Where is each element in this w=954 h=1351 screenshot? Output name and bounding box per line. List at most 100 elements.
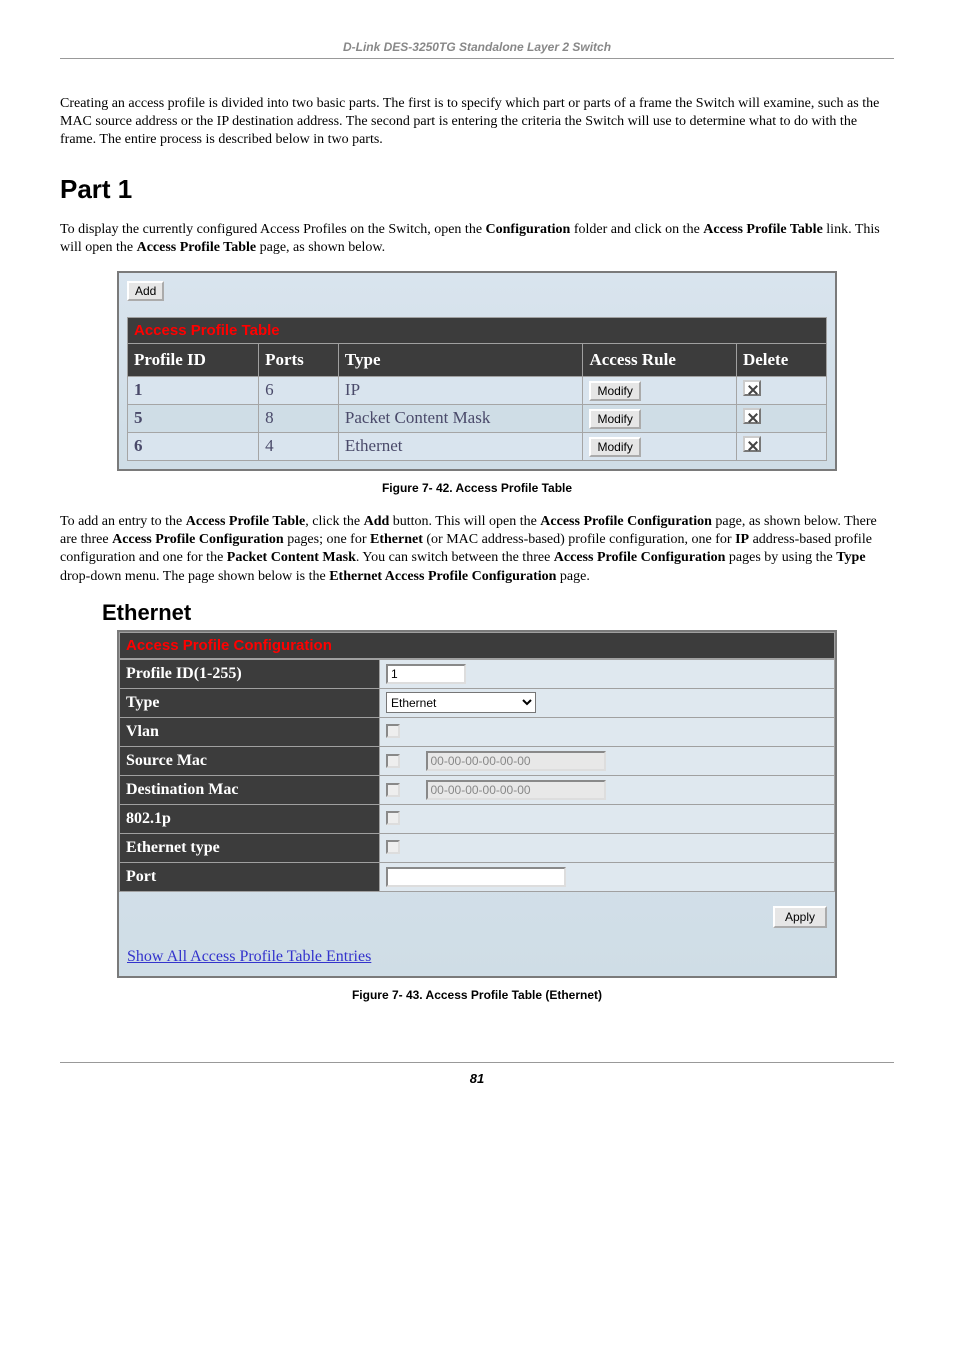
cell-profile-id: 6 [128,432,259,460]
between-paragraph: To add an entry to the Access Profile Ta… [60,513,894,586]
port-input[interactable] [386,867,566,887]
access-profile-config-figure: Access Profile Configuration Profile ID(… [117,630,837,978]
label-port: Port [120,862,380,891]
value-cell [380,717,835,746]
col-ports: Ports [259,343,339,376]
modify-button[interactable]: Modify [589,409,640,429]
ethernet-type-checkbox[interactable] [386,840,400,854]
label-type: Type [120,688,380,717]
figure1-caption: Figure 7- 42. Access Profile Table [117,481,837,495]
show-all-link[interactable]: Show All Access Profile Table Entries [119,934,835,976]
text: pages by using the [725,550,836,565]
text: (or MAC address-based) profile configura… [423,532,735,547]
table-header-row: Profile ID Ports Type Access Rule Delete [128,343,827,376]
delete-icon[interactable] [743,408,761,424]
row-8021p: 802.1p [120,804,835,833]
text-bold: Ethernet Access Profile Configuration [329,569,556,584]
source-mac-checkbox[interactable] [386,754,400,768]
text-bold: Access Profile Table [186,514,306,529]
intro-paragraph: Creating an access profile is divided in… [60,95,894,150]
col-delete: Delete [736,343,826,376]
text: button. This will open the [389,514,540,529]
value-cell [380,746,835,775]
cell-access-rule: Modify [583,404,736,432]
table-row: 6 4 Ethernet Modify [128,432,827,460]
value-cell [380,862,835,891]
text-bold: Access Profile Configuration [112,532,284,547]
type-select[interactable]: Ethernet [386,692,536,713]
table-row: 1 6 IP Modify [128,376,827,404]
access-profile-table-caption: Access Profile Table [127,317,827,343]
value-cell [380,659,835,688]
cell-type: IP [338,376,583,404]
text: drop-down menu. The page shown below is … [60,569,329,584]
text: page. [556,569,589,584]
text: To add an entry to the [60,514,186,529]
row-source-mac: Source Mac [120,746,835,775]
value-cell: Ethernet [380,688,835,717]
access-profile-table-figure: Add Access Profile Table Profile ID Port… [117,271,837,471]
page-footer: 81 [60,1062,894,1086]
col-profile-id: Profile ID [128,343,259,376]
source-mac-input[interactable] [426,751,606,771]
row-port: Port [120,862,835,891]
cell-type: Packet Content Mask [338,404,583,432]
text-bold: Packet Content Mask [227,550,356,565]
profile-id-input[interactable] [386,664,466,684]
cell-type: Ethernet [338,432,583,460]
text-bold: Type [836,550,865,565]
modify-button[interactable]: Modify [589,381,640,401]
cell-ports: 8 [259,404,339,432]
text-bold: IP [735,532,749,547]
row-dest-mac: Destination Mac [120,775,835,804]
access-profile-config-table: Profile ID(1-255) Type Ethernet Vlan Sou… [119,659,835,892]
part1-paragraph: To display the currently configured Acce… [60,221,894,257]
label-ethernet-type: Ethernet type [120,833,380,862]
label-profile-id: Profile ID(1-255) [120,659,380,688]
text-bold: Access Profile Table [137,240,257,255]
text: . You can switch between the three [356,550,554,565]
label-vlan: Vlan [120,717,380,746]
access-profile-table: Profile ID Ports Type Access Rule Delete… [127,343,827,461]
value-cell [380,833,835,862]
8021p-checkbox[interactable] [386,811,400,825]
col-access-rule: Access Rule [583,343,736,376]
row-ethernet-type: Ethernet type [120,833,835,862]
cell-delete [736,404,826,432]
label-source-mac: Source Mac [120,746,380,775]
add-button[interactable]: Add [127,281,164,301]
part1-heading: Part 1 [60,174,894,205]
page-header: D-Link DES-3250TG Standalone Layer 2 Swi… [60,40,894,59]
text-bold: Add [364,514,390,529]
apply-row: Apply [119,892,835,934]
access-profile-config-caption: Access Profile Configuration [119,632,835,659]
text-bold: Access Profile Table [703,222,823,237]
cell-ports: 6 [259,376,339,404]
row-vlan: Vlan [120,717,835,746]
delete-icon[interactable] [743,380,761,396]
cell-profile-id: 1 [128,376,259,404]
text: folder and click on the [570,222,703,237]
row-type: Type Ethernet [120,688,835,717]
cell-delete [736,376,826,404]
text: To display the currently configured Acce… [60,222,486,237]
dest-mac-input[interactable] [426,780,606,800]
cell-access-rule: Modify [583,432,736,460]
text-bold: Access Profile Configuration [540,514,712,529]
apply-button[interactable]: Apply [773,906,827,928]
label-dest-mac: Destination Mac [120,775,380,804]
cell-access-rule: Modify [583,376,736,404]
value-cell [380,775,835,804]
vlan-checkbox[interactable] [386,724,400,738]
figure2-caption: Figure 7- 43. Access Profile Table (Ethe… [60,988,894,1002]
text-bold: Ethernet [370,532,423,547]
table-row: 5 8 Packet Content Mask Modify [128,404,827,432]
delete-icon[interactable] [743,436,761,452]
text-bold: Configuration [486,222,571,237]
text: pages; one for [284,532,370,547]
col-type: Type [338,343,583,376]
modify-button[interactable]: Modify [589,437,640,457]
dest-mac-checkbox[interactable] [386,783,400,797]
row-profile-id: Profile ID(1-255) [120,659,835,688]
value-cell [380,804,835,833]
